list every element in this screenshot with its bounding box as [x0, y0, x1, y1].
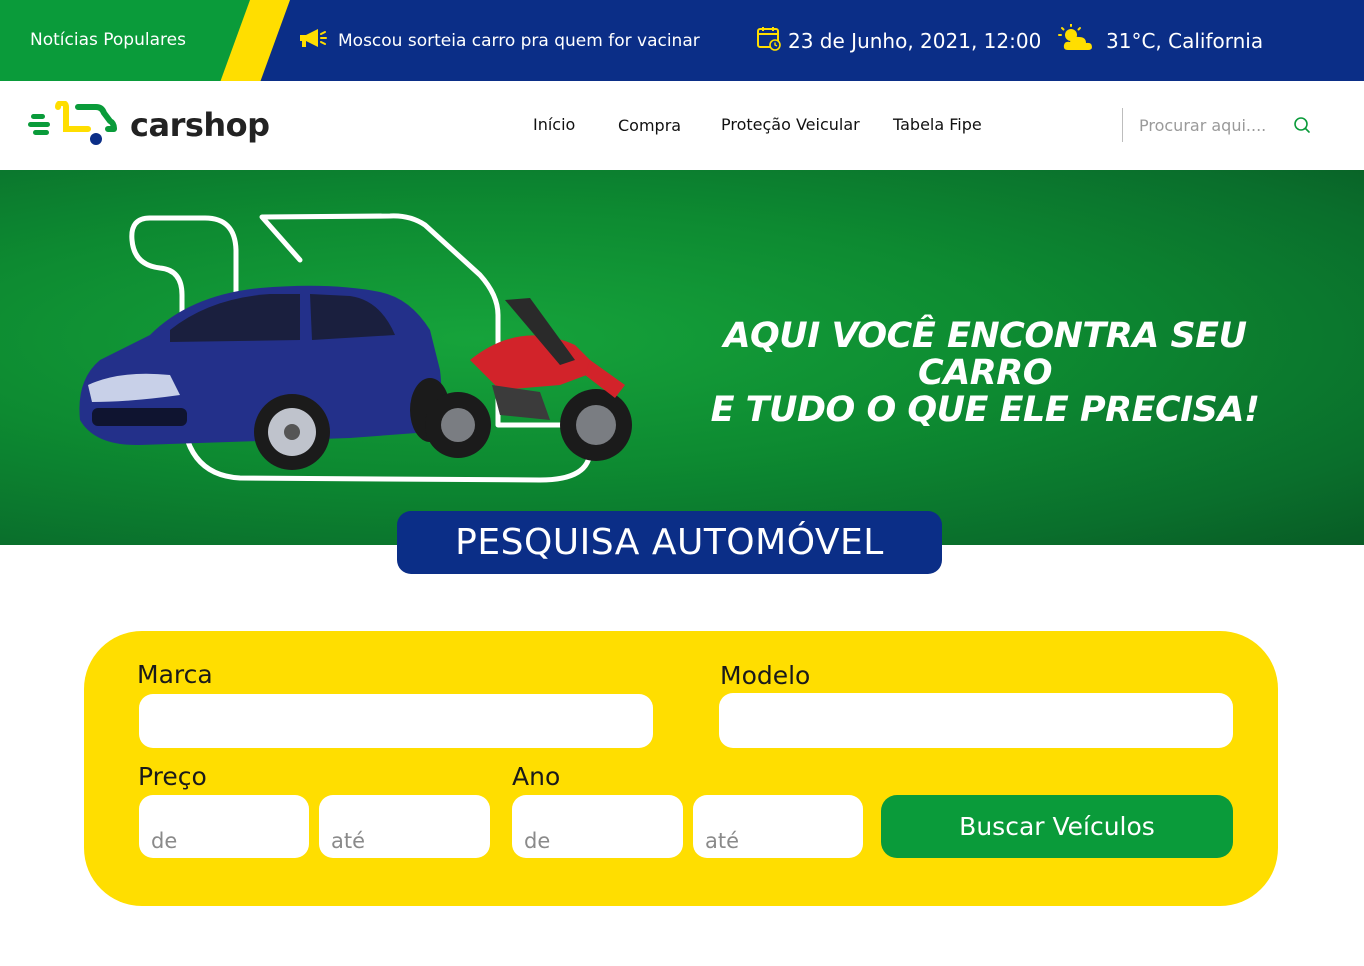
ano-label: Ano [512, 762, 561, 791]
carshop-logo[interactable]: carshop [28, 99, 270, 151]
ano-to-input[interactable] [693, 795, 863, 858]
preco-label: Preço [138, 762, 207, 791]
megaphone-icon [296, 26, 328, 55]
nav-protecao-veicular[interactable]: Proteção Veicular [721, 115, 860, 134]
date-display: 23 de Junho, 2021, 12:00 [756, 0, 1041, 81]
sun-cloud-icon [1058, 23, 1096, 57]
site-header: carshop Início Compra Proteção Veicular … [0, 81, 1364, 170]
header-search [1122, 108, 1322, 142]
nav-inicio[interactable]: Início [533, 115, 575, 134]
news-ticker[interactable]: Moscou sorteia carro pra quem for vacina… [296, 0, 700, 81]
top-bar: Notícias Populares Moscou sorteia carro … [0, 0, 1364, 81]
calendar-icon [756, 25, 782, 56]
marca-label: Marca [137, 660, 213, 689]
preco-from-input[interactable] [139, 795, 309, 858]
search-vehicles-button[interactable]: Buscar Veículos [881, 795, 1233, 858]
nav-tabela-fipe[interactable]: Tabela Fipe [893, 115, 982, 134]
hero-vehicles-illustration [79, 213, 632, 483]
modelo-label: Modelo [720, 661, 811, 690]
date-text: 23 de Junho, 2021, 12:00 [788, 28, 1042, 53]
hero-banner: AQUI VOCÊ ENCONTRA SEU CARRO E TUDO O QU… [0, 170, 1364, 545]
popular-news-label: Notícias Populares [30, 30, 186, 50]
search-input[interactable] [1139, 112, 1289, 138]
brand-name: carshop [130, 106, 270, 144]
nav-compra[interactable]: Compra [618, 116, 681, 135]
marca-input[interactable] [139, 694, 653, 748]
preco-to-input[interactable] [319, 795, 490, 858]
vehicle-search-form: Marca Modelo Preço Ano Buscar Veículos [84, 631, 1278, 906]
modelo-input[interactable] [719, 693, 1233, 748]
weather-display: 31°C, California [1058, 0, 1263, 81]
search-icon[interactable] [1293, 116, 1311, 138]
carshop-logo-mark [28, 101, 117, 145]
search-section-title: PESQUISA AUTOMÓVEL [397, 511, 942, 574]
news-headline[interactable]: Moscou sorteia carro pra quem for vacina… [338, 31, 700, 51]
weather-text: 31°C, California [1106, 28, 1264, 53]
hero-tagline-line-1: AQUI VOCÊ ENCONTRA SEU CARRO [723, 316, 1247, 393]
ano-from-input[interactable] [512, 795, 683, 858]
hero-tagline: AQUI VOCÊ ENCONTRA SEU CARRO E TUDO O QU… [660, 318, 1310, 429]
hero-tagline-line-2: E TUDO O QUE ELE PRECISA! [710, 390, 1260, 430]
